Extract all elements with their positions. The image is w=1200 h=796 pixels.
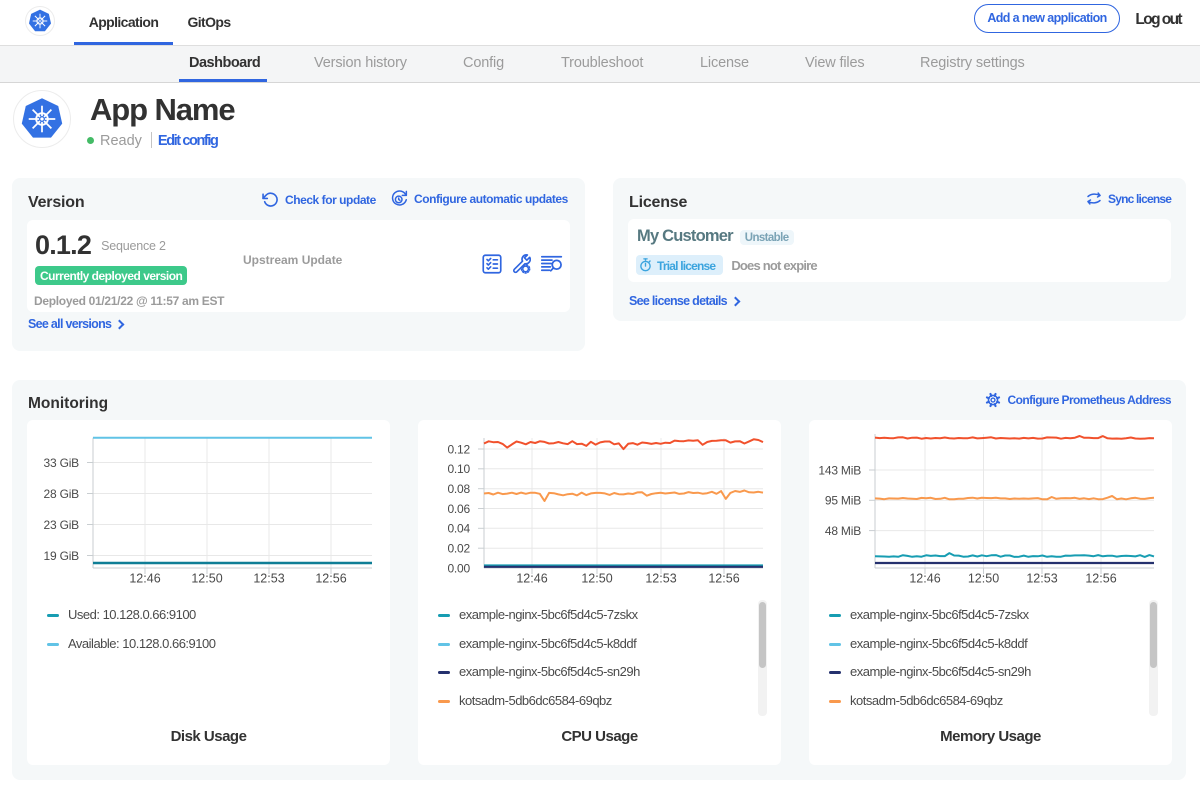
svg-text:0.12: 0.12: [447, 442, 470, 456]
svg-text:0.02: 0.02: [447, 542, 470, 556]
svg-text:28 GiB: 28 GiB: [44, 487, 80, 501]
svg-text:33 GiB: 33 GiB: [44, 456, 80, 470]
svg-text:23 GiB: 23 GiB: [44, 518, 80, 532]
svg-text:0.08: 0.08: [447, 482, 470, 496]
svg-text:0.06: 0.06: [447, 502, 470, 516]
svg-text:48 MiB: 48 MiB: [825, 524, 861, 538]
svg-text:12:53: 12:53: [1026, 572, 1057, 586]
svg-text:0.00: 0.00: [447, 561, 470, 575]
svg-text:12:53: 12:53: [253, 572, 284, 586]
svg-text:12:46: 12:46: [129, 572, 160, 586]
svg-text:12:50: 12:50: [581, 572, 612, 586]
svg-text:12:46: 12:46: [516, 572, 547, 586]
svg-text:0.04: 0.04: [447, 522, 470, 536]
svg-text:95 MiB: 95 MiB: [825, 494, 861, 508]
svg-text:12:53: 12:53: [645, 572, 676, 586]
svg-text:12:56: 12:56: [315, 572, 346, 586]
svg-text:12:46: 12:46: [909, 572, 940, 586]
svg-text:0.10: 0.10: [447, 462, 470, 476]
svg-text:12:50: 12:50: [191, 572, 222, 586]
svg-text:12:56: 12:56: [1085, 572, 1116, 586]
svg-text:143 MiB: 143 MiB: [818, 463, 861, 477]
svg-text:12:50: 12:50: [968, 572, 999, 586]
svg-text:19 GiB: 19 GiB: [44, 549, 80, 563]
svg-text:12:56: 12:56: [708, 572, 739, 586]
